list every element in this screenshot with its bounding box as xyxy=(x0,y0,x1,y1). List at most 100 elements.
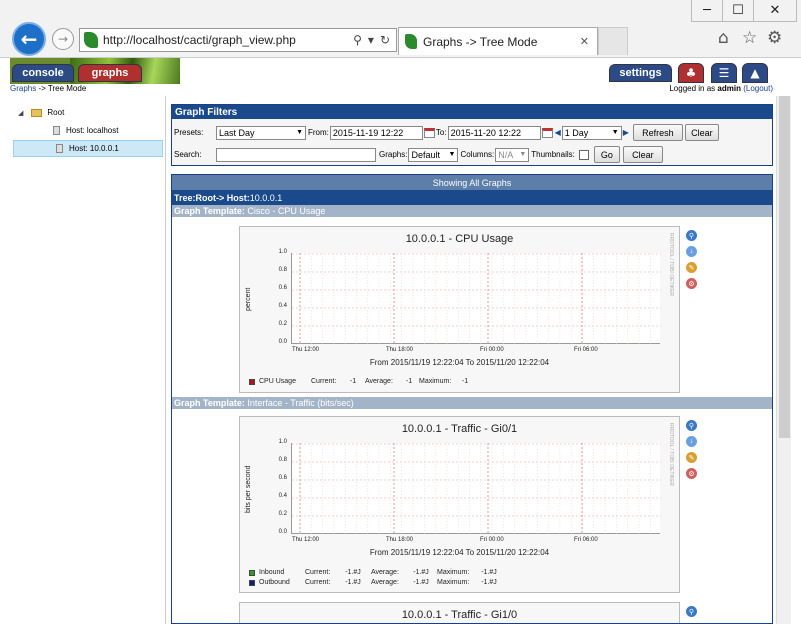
presets-label: Presets: xyxy=(174,128,204,137)
y-axis-label: percent xyxy=(245,287,252,311)
logout-link[interactable]: (Logout) xyxy=(743,84,773,93)
from-calendar-icon[interactable] xyxy=(423,127,435,138)
legend-outbound: Outbound Current: -1.#J Average: -1.#J Max… xyxy=(249,579,503,586)
chevron-down-icon: ▼ xyxy=(296,129,303,136)
chevron-down-icon: ▼ xyxy=(519,151,527,158)
legend-swatch xyxy=(249,569,255,576)
close-tab-icon[interactable]: ✕ xyxy=(580,35,589,48)
x-tick-label: Fri 06:00 xyxy=(574,347,598,353)
tab-graphs[interactable]: graphs xyxy=(78,64,142,82)
minimize-button[interactable]: ─ xyxy=(691,0,723,22)
y-axis-label: bits per second xyxy=(245,465,252,513)
refresh-icon[interactable]: ↻ xyxy=(380,33,390,47)
grid xyxy=(292,443,661,534)
browser-tab[interactable]: Graphs -> Tree Mode ✕ xyxy=(398,27,598,55)
legend-swatch xyxy=(249,579,255,586)
properties-icon[interactable]: ⚙ xyxy=(686,468,697,479)
edit-icon[interactable]: ✎ xyxy=(686,452,697,463)
tree-item-host-localhost[interactable]: Host: localhost xyxy=(10,122,165,139)
graph-title: 10.0.0.1 - Traffic - Gi0/1 xyxy=(401,423,518,435)
graph-cpu-usage[interactable]: 10.0.0.1 - CPU Usage percent From 2015/1… xyxy=(239,226,680,393)
tab-title: Graphs -> Tree Mode xyxy=(423,34,538,49)
x-tick-label: Fri 06:00 xyxy=(574,537,598,543)
legend-inbound: Inbound Current: -1.#J Average: -1.#J Maxi… xyxy=(249,569,503,576)
zoom-icon[interactable]: ⚲ xyxy=(686,606,697,617)
plot-area xyxy=(291,443,661,534)
graph-filters: Graph Filters Presets: Last Day ▼ From: 2… xyxy=(171,104,773,166)
login-status: Logged in as admin (Logout) xyxy=(669,84,773,93)
login-user: admin xyxy=(717,84,741,93)
to-calendar-icon[interactable] xyxy=(541,127,553,138)
breadcrumb-graphs-link[interactable]: Graphs xyxy=(10,84,36,93)
shift-left-icon[interactable]: ◀ xyxy=(555,128,561,137)
graph-template-header: Graph Template: Interface - Traffic (bit… xyxy=(172,397,772,409)
zoom-icon[interactable]: ⚲ xyxy=(686,230,697,241)
address-bar[interactable]: http://localhost/cacti/graph_view.php ⚲ … xyxy=(79,28,397,52)
presets-select[interactable]: Last Day ▼ xyxy=(216,125,306,140)
y-tick-label: 0.8 xyxy=(278,267,287,273)
timespan-select[interactable]: 1 Day ▼ xyxy=(561,125,622,140)
graph-actions: ⚲ ↓ ✎ ⚙ xyxy=(686,230,700,294)
arrow-left-icon: ← xyxy=(20,27,38,51)
url-text[interactable]: http://localhost/cacti/graph_view.php xyxy=(103,33,353,47)
graph-traffic-gi0-1[interactable]: 10.0.0.1 - Traffic - Gi0/1 bits per seco… xyxy=(239,416,680,593)
graphs-select[interactable]: Default ▼ xyxy=(408,147,459,162)
dropdown-icon[interactable]: ▾ xyxy=(368,33,374,47)
graph-range: From 2015/11/19 12:22:04 To 2015/11/20 1… xyxy=(369,548,550,557)
y-tick-label: 1.0 xyxy=(278,439,287,445)
new-tab-button[interactable] xyxy=(598,27,628,55)
close-window-button[interactable]: ✕ xyxy=(753,0,797,22)
legend-cpu-usage: CPU Usage Current: -1 Average: -1 Maximum:… xyxy=(249,378,473,385)
tab-settings[interactable]: settings xyxy=(609,64,672,82)
clear-button[interactable]: Clear xyxy=(684,124,719,141)
back-button[interactable]: ← xyxy=(12,22,46,56)
settings-gear-icon[interactable]: ⚙ xyxy=(767,28,782,48)
x-tick-label: Thu 18:00 xyxy=(386,537,414,543)
preview-view-icon[interactable]: ▲ xyxy=(742,63,768,83)
edit-icon[interactable]: ✎ xyxy=(686,262,697,273)
tree-root[interactable]: ◢ Root xyxy=(10,104,165,121)
refresh-button[interactable]: Refresh xyxy=(632,124,683,141)
search-icon[interactable]: ⚲ xyxy=(353,33,362,47)
grid xyxy=(292,253,661,344)
y-tick-label: 0.2 xyxy=(278,321,287,327)
go-button[interactable]: Go xyxy=(593,146,620,163)
collapse-icon[interactable]: ◢ xyxy=(18,109,23,117)
rrdtool-watermark: RRDTOOL / TOBI OETIKER xyxy=(668,233,674,297)
vertical-scrollbar[interactable] xyxy=(776,96,791,624)
properties-icon[interactable]: ⚙ xyxy=(686,278,697,289)
graph-traffic-gi1-0[interactable]: 10.0.0.1 - Traffic - Gi1/0 xyxy=(239,602,680,623)
tree-path: Tree: Root-> Host: 10.0.0.1 xyxy=(172,190,772,205)
scrollbar-thumb[interactable] xyxy=(779,96,790,438)
maximize-button[interactable]: ☐ xyxy=(722,0,754,22)
from-date-input[interactable]: 2015-11-19 12:22 xyxy=(329,125,423,140)
host-icon xyxy=(56,144,63,153)
tab-console[interactable]: console xyxy=(12,64,74,82)
search-input[interactable] xyxy=(216,147,376,162)
shift-right-icon[interactable]: ▶ xyxy=(623,128,629,137)
columns-select[interactable]: N/A ▼ xyxy=(495,147,530,162)
x-tick-label: Fri 00:00 xyxy=(480,537,504,543)
zoom-icon[interactable]: ⚲ xyxy=(686,420,697,431)
home-icon[interactable]: ⌂ xyxy=(718,28,729,48)
filters-title: Graph Filters xyxy=(172,105,772,119)
export-icon[interactable]: ↓ xyxy=(686,246,697,257)
y-tick-label: 0.6 xyxy=(278,475,287,481)
list-view-icon[interactable]: ☰ xyxy=(711,63,737,83)
y-tick-label: 0.0 xyxy=(278,339,287,345)
y-tick-label: 0.0 xyxy=(278,529,287,535)
x-tick-label: Thu 18:00 xyxy=(386,347,414,353)
breadcrumb-current: Tree Mode xyxy=(47,84,87,93)
tree-item-host-10-0-0-1[interactable]: Host: 10.0.0.1 xyxy=(13,140,163,157)
folder-icon xyxy=(31,108,43,117)
graph-title: 10.0.0.1 - Traffic - Gi1/0 xyxy=(401,609,518,621)
thumbnails-checkbox[interactable] xyxy=(578,149,589,160)
tree-root-label: Root xyxy=(47,108,65,117)
rrdtool-watermark: RRDTOOL / TOBI OETIKER xyxy=(668,423,674,487)
favorites-star-icon[interactable]: ☆ xyxy=(742,28,757,48)
clear-search-button[interactable]: Clear xyxy=(622,146,663,163)
forward-button[interactable]: → xyxy=(52,28,74,50)
tree-view-icon[interactable]: ♣ xyxy=(678,63,704,83)
to-date-input[interactable]: 2015-11-20 12:22 xyxy=(447,125,541,140)
export-icon[interactable]: ↓ xyxy=(686,436,697,447)
